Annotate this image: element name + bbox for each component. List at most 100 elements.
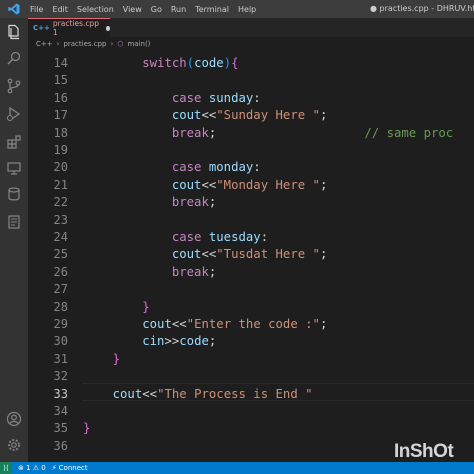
code-text[interactable]: break; // same proc: [83, 125, 453, 142]
code-text[interactable]: }: [83, 420, 90, 437]
code-text[interactable]: case monday:: [83, 159, 261, 176]
code-line[interactable]: 31 }: [28, 351, 474, 368]
menu-help[interactable]: Help: [238, 5, 256, 14]
menu-bar: File Edit Selection View Go Run Terminal…: [28, 5, 256, 14]
line-number: 28: [53, 299, 68, 314]
search-icon[interactable]: [4, 48, 24, 68]
code-text[interactable]: }: [83, 351, 120, 368]
code-line[interactable]: 22 break;: [28, 194, 474, 211]
code-text[interactable]: switch(code){: [83, 55, 238, 72]
line-number: 14: [53, 56, 68, 70]
menu-run[interactable]: Run: [171, 5, 186, 14]
code-line[interactable]: 15: [28, 72, 474, 89]
line-number: 29: [53, 317, 68, 331]
line-number: 18: [53, 125, 68, 140]
code-line[interactable]: 21 cout<<"Monday Here ";: [28, 177, 474, 194]
line-number: 26: [53, 264, 68, 279]
code-line[interactable]: 18 break; // same proc: [28, 125, 474, 142]
code-text[interactable]: cout<<"Enter the code :";: [83, 316, 327, 333]
function-symbol-icon: ⬡: [117, 39, 124, 48]
plug-icon: ⚡: [51, 464, 57, 472]
breadcrumb-language[interactable]: C++: [36, 40, 53, 48]
inshot-watermark: InShOt: [394, 441, 454, 462]
run-debug-icon[interactable]: [4, 104, 24, 124]
code-line[interactable]: 29 cout<<"Enter the code :";: [28, 316, 474, 333]
extensions-icon[interactable]: [4, 132, 24, 152]
breadcrumb: C++ › practies.cpp › ⬡ main(): [28, 37, 474, 50]
line-number: 27: [53, 282, 68, 297]
code-text[interactable]: cin>>code;: [83, 333, 216, 350]
menu-edit[interactable]: Edit: [52, 5, 68, 14]
code-line[interactable]: 28 }: [28, 299, 474, 316]
cpp-file-icon: C++: [33, 24, 50, 32]
code-text[interactable]: case tuesday:: [83, 229, 268, 246]
line-number: 30: [53, 334, 68, 349]
code-line[interactable]: 26 break;: [28, 264, 474, 281]
code-line[interactable]: 30 cin>>code;: [28, 333, 474, 350]
explorer-icon[interactable]: [4, 22, 24, 42]
code-text[interactable]: break;: [83, 264, 216, 281]
tab-bar: C++ practies.cpp 1: [28, 18, 474, 37]
activity-bar: [0, 18, 28, 462]
line-number: 22: [53, 195, 68, 210]
source-control-icon[interactable]: [4, 76, 24, 96]
code-editor[interactable]: 14 switch(code){15 16 case sunday: 17 cout…: [28, 50, 474, 462]
menu-go[interactable]: Go: [151, 5, 162, 14]
code-line[interactable]: 32: [28, 368, 474, 385]
database-icon[interactable]: [4, 184, 24, 204]
chevron-right-icon: ›: [110, 39, 114, 48]
code-text[interactable]: break;: [83, 194, 216, 211]
breadcrumb-file[interactable]: practies.cpp: [63, 40, 106, 48]
code-line[interactable]: 34: [28, 403, 474, 420]
code-line[interactable]: 17 cout<<"Sunday Here ";: [28, 107, 474, 124]
code-line[interactable]: 19: [28, 142, 474, 159]
code-line[interactable]: 35}: [28, 420, 474, 437]
code-line[interactable]: 14 switch(code){: [28, 55, 474, 72]
code-text[interactable]: case sunday:: [83, 90, 261, 107]
line-number: 21: [53, 177, 68, 192]
line-number: 33: [53, 386, 68, 401]
line-number: 15: [53, 73, 68, 88]
menu-view[interactable]: View: [123, 5, 142, 14]
unsaved-dot-icon[interactable]: [105, 25, 110, 31]
line-number: 32: [53, 369, 68, 384]
code-text[interactable]: cout<<"Sunday Here ";: [83, 107, 328, 124]
notebook-icon[interactable]: [4, 212, 24, 232]
code-text[interactable]: cout<<"Monday Here ";: [83, 177, 328, 194]
line-number: 16: [53, 90, 68, 105]
tab-practies-cpp[interactable]: C++ practies.cpp 1: [28, 18, 110, 37]
code-line[interactable]: 27: [28, 281, 474, 298]
line-number: 35: [53, 421, 68, 436]
code-line[interactable]: 24 case tuesday:: [28, 229, 474, 246]
chevron-right-icon: ›: [56, 39, 60, 48]
breadcrumb-symbol[interactable]: main(): [127, 40, 150, 48]
line-number: 23: [53, 212, 68, 227]
remote-explorer-icon[interactable]: [4, 158, 24, 178]
code-text[interactable]: }: [83, 299, 149, 316]
title-bar: File Edit Selection View Go Run Terminal…: [0, 0, 474, 18]
window-title: ● practies.cpp - DHRUV.html - Vi: [370, 4, 474, 13]
line-number: 36: [53, 438, 68, 453]
line-number: 19: [53, 143, 68, 157]
menu-selection[interactable]: Selection: [77, 5, 114, 14]
account-icon[interactable]: [4, 409, 24, 429]
code-line[interactable]: 20 case monday:: [28, 159, 474, 176]
vscode-logo-icon: [0, 0, 28, 18]
code-text[interactable]: cout<<"Tusdat Here ";: [83, 246, 328, 263]
line-number: 34: [53, 404, 68, 418]
menu-terminal[interactable]: Terminal: [195, 5, 229, 14]
problems-indicator[interactable]: ⊗ 1 ⚠ 0: [18, 464, 46, 472]
line-number: 20: [53, 160, 68, 175]
line-number: 25: [53, 247, 68, 262]
code-line[interactable]: 25 cout<<"Tusdat Here ";: [28, 246, 474, 263]
code-line[interactable]: 16 case sunday:: [28, 90, 474, 107]
manage-gear-icon[interactable]: [4, 435, 24, 455]
remote-indicator-icon[interactable]: ⟩⟨: [0, 462, 12, 474]
code-text[interactable]: cout<<"The Process is End ": [83, 386, 313, 403]
code-line[interactable]: 33 cout<<"The Process is End ": [28, 386, 474, 403]
code-line[interactable]: 23: [28, 212, 474, 229]
menu-file[interactable]: File: [30, 5, 43, 14]
connect-button[interactable]: ⚡ Connect: [52, 464, 88, 472]
line-number: 24: [53, 230, 68, 244]
connect-label: Connect: [58, 464, 88, 472]
